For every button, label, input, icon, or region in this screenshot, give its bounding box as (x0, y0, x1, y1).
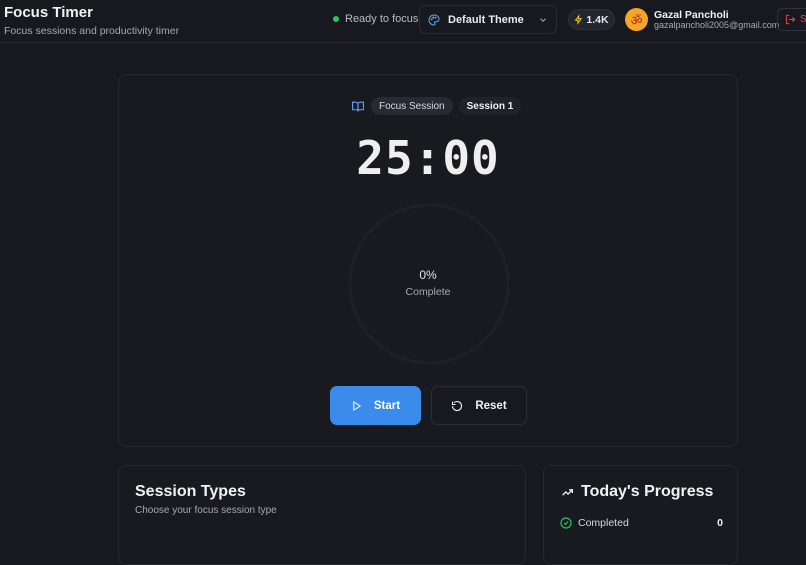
status-dot-icon (333, 16, 339, 22)
todays-progress-card: Today's Progress Completed 0 (543, 465, 738, 565)
theme-select[interactable]: Default Theme (419, 5, 557, 34)
timer-display: 25:00 (356, 131, 500, 185)
progress-ring-track (348, 203, 510, 365)
logout-label: S (800, 14, 806, 25)
progress-row-value: 0 (717, 517, 723, 529)
trending-up-icon (562, 488, 574, 496)
avatar[interactable]: ॐ (625, 8, 648, 31)
app-subtitle: Focus sessions and productivity timer (4, 25, 180, 37)
todays-progress-title: Today's Progress (581, 483, 714, 500)
energy-badge[interactable]: 1.4K (568, 9, 615, 30)
session-info: Focus Session Session 1 (351, 97, 522, 115)
progress-row-completed: Completed 0 (560, 517, 723, 529)
progress-ring (348, 203, 510, 365)
chevron-down-icon (540, 17, 546, 22)
session-type-badge: Focus Session (371, 97, 453, 115)
session-number-badge: Session 1 (458, 97, 522, 115)
logout-icon (785, 14, 796, 25)
progress-row-label: Completed (578, 517, 629, 529)
top-header: Focus Timer Focus sessions and productiv… (0, 0, 806, 43)
logout-button[interactable]: S (777, 8, 806, 31)
status-indicator: Ready to focus (333, 13, 418, 25)
timer-card: Focus Session Session 1 25:00 0% Complet… (118, 74, 738, 447)
theme-select-label: Default Theme (448, 13, 524, 26)
play-icon (353, 400, 361, 411)
session-types-title: Session Types (135, 483, 246, 500)
book-icon (352, 101, 364, 111)
progress-caption: Complete (405, 286, 451, 298)
check-circle-icon (560, 517, 572, 529)
lightning-icon (574, 14, 583, 25)
status-text: Ready to focus (345, 13, 419, 25)
reset-button-label: Reset (475, 399, 507, 412)
session-types-card: Session Types Choose your focus session … (118, 465, 526, 565)
reset-icon (452, 400, 463, 411)
palette-icon (428, 13, 440, 26)
app-title: Focus Timer (4, 4, 93, 21)
todays-progress-header: Today's Progress (560, 483, 713, 501)
session-types-subtitle: Choose your focus session type (135, 505, 277, 516)
progress-percent: 0% (419, 268, 437, 282)
user-email: gazalpancholi2005@gmail.com (654, 20, 780, 30)
reset-button[interactable]: Reset (431, 386, 527, 425)
start-button[interactable]: Start (330, 386, 421, 425)
start-button-label: Start (373, 399, 401, 412)
energy-count: 1.4K (586, 13, 609, 26)
